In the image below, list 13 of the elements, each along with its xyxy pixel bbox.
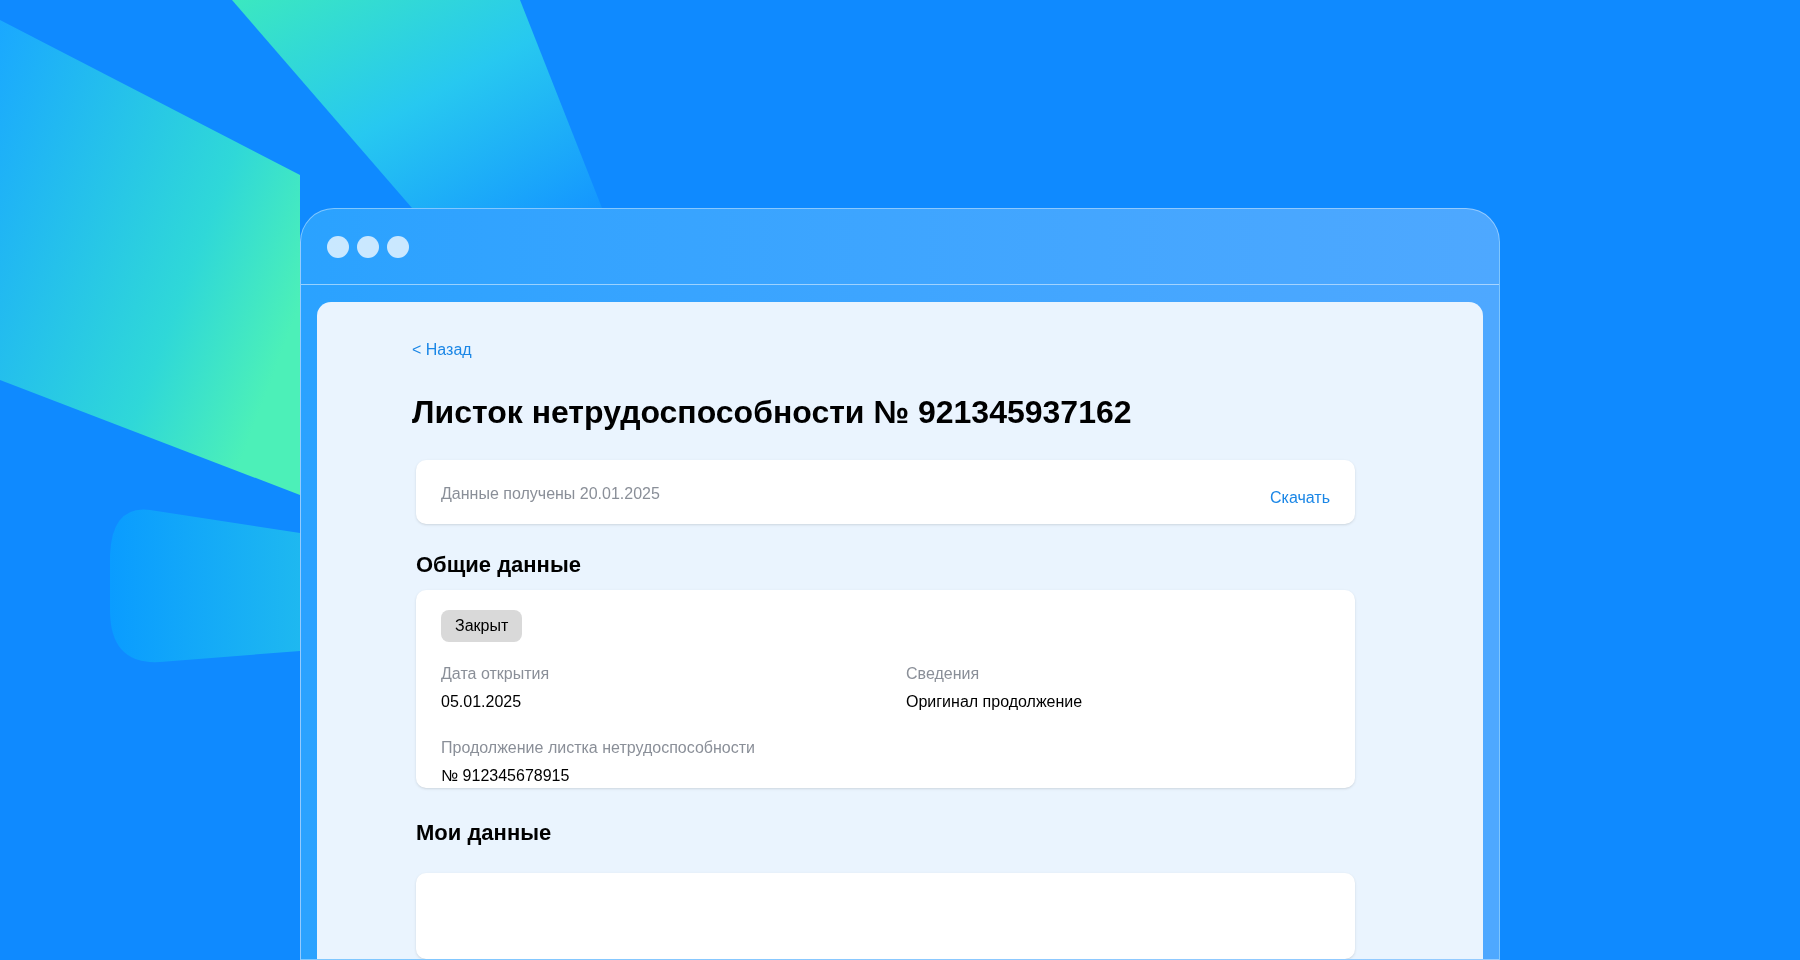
field-value: Оригинал продолжение: [906, 691, 1084, 712]
field-value: 05.01.2025: [441, 691, 523, 712]
field-value: № 912345678915: [441, 765, 571, 786]
page-title: Листок нетрудоспособности № 921345937162: [412, 393, 1133, 432]
back-link[interactable]: < Назад: [412, 338, 472, 362]
field-label: Продолжение листка нетрудоспособности: [441, 737, 756, 758]
received-date-text: Данные получены 20.01.2025: [441, 484, 660, 504]
section-heading: Общие данные: [416, 550, 582, 579]
section-heading: Мои данные: [416, 818, 553, 847]
status-badge: Закрыт: [441, 609, 523, 642]
field-label: Дата открытия: [441, 663, 551, 684]
field-label: Сведения: [906, 663, 981, 684]
download-link[interactable]: Скачать: [1270, 486, 1330, 510]
